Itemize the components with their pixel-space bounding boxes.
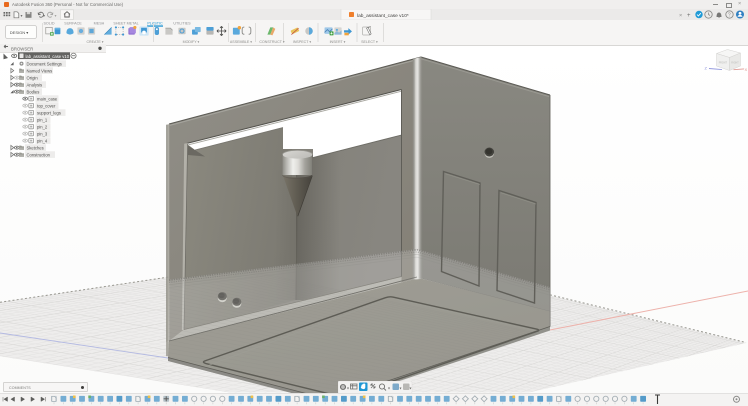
- svg-text:SHEET METAL: SHEET METAL: [113, 21, 138, 25]
- svg-text:RIGHT: RIGHT: [731, 61, 739, 64]
- svg-text:BROWSER: BROWSER: [11, 47, 33, 52]
- svg-text:Analysis: Analysis: [27, 82, 43, 87]
- svg-text:INSPECT ▾: INSPECT ▾: [293, 40, 312, 44]
- svg-text:▾: ▾: [55, 13, 57, 18]
- svg-text:×: ×: [679, 13, 682, 19]
- svg-text:X: X: [745, 67, 748, 72]
- svg-text:top_cover: top_cover: [37, 103, 56, 108]
- svg-text:pin_4: pin_4: [37, 138, 48, 143]
- svg-text:+: +: [687, 13, 691, 19]
- svg-text:UTILITIES: UTILITIES: [173, 21, 191, 25]
- svg-text:Document Settings: Document Settings: [27, 61, 62, 66]
- svg-text:▾: ▾: [400, 386, 402, 391]
- svg-text:▾: ▾: [388, 386, 390, 391]
- svg-text:▾: ▾: [21, 13, 23, 18]
- svg-text:Named Views: Named Views: [27, 68, 53, 73]
- svg-text:support_legs: support_legs: [37, 110, 61, 115]
- svg-text:DESIGN ▾: DESIGN ▾: [10, 30, 28, 35]
- svg-text:Bodies: Bodies: [27, 89, 40, 94]
- svg-text:Z: Z: [705, 65, 708, 70]
- svg-text:▾: ▾: [410, 386, 412, 391]
- svg-text:CONSTRUCT ▾: CONSTRUCT ▾: [259, 40, 284, 44]
- svg-text:pin_2: pin_2: [37, 124, 48, 129]
- svg-text:SELECT ▾: SELECT ▾: [361, 40, 378, 44]
- svg-text:▾: ▾: [347, 386, 349, 391]
- svg-text:?: ?: [728, 13, 731, 19]
- svg-text:lab_assistant_case v10*: lab_assistant_case v10*: [357, 13, 409, 19]
- svg-text:main_case: main_case: [37, 96, 58, 101]
- svg-text:Origin: Origin: [27, 75, 39, 80]
- svg-text:SOLID: SOLID: [43, 21, 54, 25]
- svg-text:ASSEMBLE ▾: ASSEMBLE ▾: [230, 40, 252, 44]
- svg-text:Construction: Construction: [27, 152, 51, 157]
- svg-text:pin_1: pin_1: [37, 117, 48, 122]
- svg-text:Sketches: Sketches: [27, 145, 44, 150]
- svg-text:INSERT ▾: INSERT ▾: [330, 40, 346, 44]
- svg-text:FRONT: FRONT: [719, 61, 728, 64]
- svg-text:SURFACE: SURFACE: [64, 21, 82, 25]
- svg-text:lab_assistant_case v10: lab_assistant_case v10: [26, 54, 70, 59]
- svg-text:pin_3: pin_3: [37, 131, 48, 136]
- svg-text:PLASTIC: PLASTIC: [147, 21, 163, 25]
- svg-text:MODIFY ▾: MODIFY ▾: [183, 40, 200, 44]
- svg-text:MESH: MESH: [94, 21, 105, 25]
- svg-text:▾: ▾: [43, 13, 45, 18]
